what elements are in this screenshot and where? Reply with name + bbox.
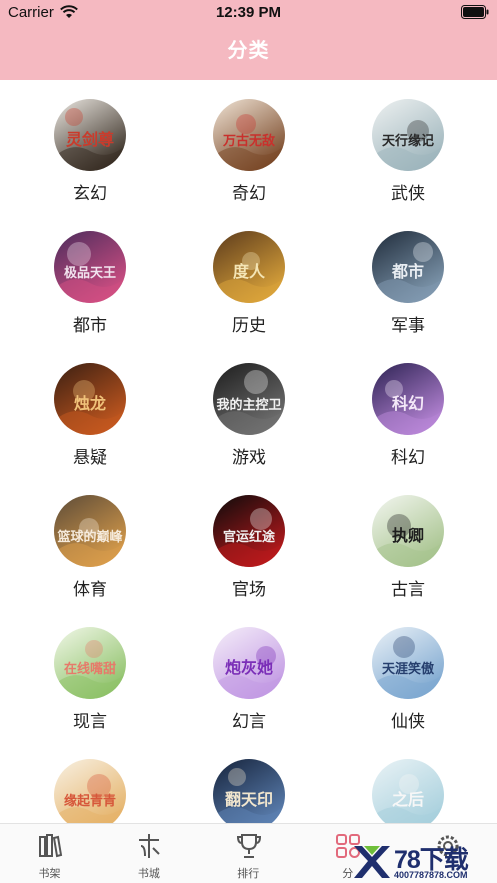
category-item[interactable]: 科幻 科幻 [348,363,468,483]
tab-item[interactable]: 书城 [99,824,198,883]
cover-title-text: 科幻 [392,394,424,413]
bookstore-icon [139,834,161,858]
cover-title-text: 缘起青青 [64,793,116,809]
header: Carrier 12:39 PM 分类 [0,0,497,80]
category-grid: 灵剑尊 玄幻 万古无敌 奇幻 天行缘记 武侠 极品天王 都市 度人 历史 都市 军事 烛龙 悬疑 我的主控卫… [0,80,497,823]
category-label: 武侠 [391,184,425,203]
category-cover-image: 度人 [213,231,285,303]
category-cover-image: 天涯笑傲 [372,627,444,699]
cover-title-text: 天涯笑傲 [382,661,435,677]
category-label: 军事 [391,316,425,335]
cover-title-text: 烛龙 [74,394,106,413]
watermark: 78下载 4007787878.COM [350,840,497,883]
cover-title-text: 灵剑尊 [66,130,114,149]
category-cover-image: 执卿 [372,495,444,567]
category-item[interactable]: 度人 历史 [189,231,309,351]
cover-title-text: 之后 [392,790,424,809]
cover-title-text: 翻天印 [225,790,273,809]
category-cover-image: 缘起青青 [54,759,126,823]
cover-title-text: 度人 [233,262,266,281]
tab-item[interactable]: 书架 [0,824,99,883]
cover-title-text: 天行缘记 [382,133,434,149]
category-label: 科幻 [391,448,425,467]
category-cover-image: 我的主控卫 [213,363,285,435]
cover-title-text: 炮灰她 [225,658,273,677]
category-label: 玄幻 [73,184,107,203]
category-item[interactable]: 我的主控卫 游戏 [189,363,309,483]
category-item[interactable]: 灵剑尊 玄幻 [30,99,150,219]
category-cover-image: 灵剑尊 [54,99,126,171]
category-cover-image: 翻天印 [213,759,285,823]
category-cover-image: 烛龙 [54,363,126,435]
cover-title-text: 我的主控卫 [216,397,281,413]
category-label: 古言 [391,580,425,599]
category-item[interactable]: 篮球的巅峰 体育 [30,495,150,615]
category-label: 体育 [73,580,107,599]
category-item[interactable]: 执卿 古言 [348,495,468,615]
bookshelf-icon [39,834,63,858]
cover-title-text: 篮球的巅峰 [56,529,123,545]
trophy-icon [236,834,261,858]
category-item[interactable]: 极品天王 都市 [30,231,150,351]
status-bar: Carrier 12:39 PM [0,0,497,26]
category-cover-image: 极品天王 [54,231,126,303]
category-cover-image: 炮灰她 [213,627,285,699]
category-cover-image: 万古无敌 [213,99,285,171]
watermark-url: 4007787878.COM [394,870,468,880]
page-title: 分类 [227,40,270,62]
tab-item[interactable]: 排行 [199,824,298,883]
tab-label: 排行 [237,868,260,880]
category-cover-image: 都市 [372,231,444,303]
category-item[interactable]: 天涯笑傲 仙侠 [348,627,468,747]
category-item[interactable]: 天行缘记 武侠 [348,99,468,219]
category-item[interactable]: 缘起青青 [30,759,150,823]
category-label: 官场 [232,580,266,599]
category-cover-image: 科幻 [372,363,444,435]
category-cover-image: 在线嘴甜 [54,627,126,699]
watermark-logo-icon [354,846,390,878]
category-label: 游戏 [232,448,266,467]
category-item[interactable]: 炮灰她 幻言 [189,627,309,747]
category-item[interactable]: 都市 军事 [348,231,468,351]
category-item[interactable]: 烛龙 悬疑 [30,363,150,483]
cover-title-text: 官运红途 [223,529,276,545]
cover-title-text: 执卿 [392,526,424,545]
cover-title-text: 万古无敌 [222,133,275,149]
category-item[interactable]: 官运红途 官场 [189,495,309,615]
category-cover-image: 之后 [372,759,444,823]
category-label: 都市 [73,316,107,335]
category-label: 现言 [73,712,107,731]
category-label: 幻言 [232,712,266,731]
category-label: 奇幻 [232,184,266,203]
cover-title-text: 在线嘴甜 [64,661,116,677]
category-item[interactable]: 翻天印 [189,759,309,823]
category-item[interactable]: 之后 [348,759,468,823]
tab-label: 书城 [137,868,160,880]
category-label: 仙侠 [391,712,425,731]
category-label: 历史 [232,316,266,335]
category-cover-image: 篮球的巅峰 [54,495,126,567]
tab-label: 书架 [38,868,61,880]
category-cover-image: 天行缘记 [372,99,444,171]
cover-title-text: 极品天王 [64,265,116,281]
category-item[interactable]: 万古无敌 奇幻 [189,99,309,219]
cover-title-text: 都市 [391,262,424,281]
status-time: 12:39 PM [215,4,282,21]
battery-icon [461,5,489,19]
category-item[interactable]: 在线嘴甜 现言 [30,627,150,747]
category-cover-image: 官运红途 [213,495,285,567]
category-label: 悬疑 [73,448,107,467]
